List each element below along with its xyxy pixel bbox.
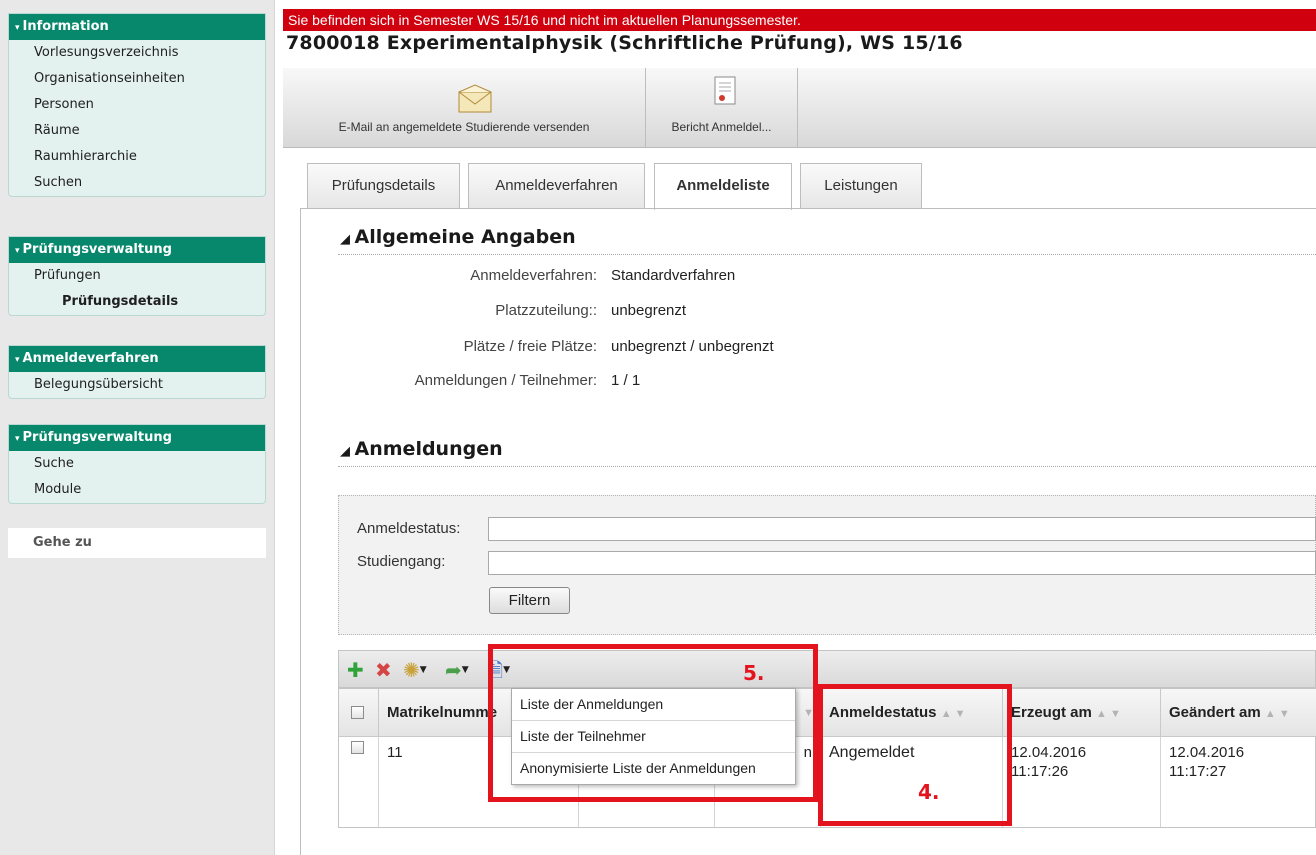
collapse-triangle-icon: ◢ <box>340 444 355 459</box>
nav-section-information: ▾ Information Vorlesungsverzeichnis Organ… <box>8 13 266 197</box>
filter-status-input[interactable] <box>488 517 1316 541</box>
grid-toolbar: ✚ ✖ ✺▼ ➦▼ 🗎▼ <box>338 650 1316 688</box>
sidebar-item-vorlesungsverzeichnis[interactable]: Vorlesungsverzeichnis <box>9 40 265 66</box>
collapse-icon: ▾ <box>15 23 20 33</box>
label-platzzuteilung: Platzzuteilung:: <box>495 302 597 319</box>
row-select-cell <box>339 737 379 827</box>
label-anmeldungen-teilnehmer: Anmeldungen / Teilnehmer: <box>414 372 597 389</box>
sidebar-item-module[interactable]: Module <box>9 477 265 503</box>
nav-head-pruefungsverwaltung-2[interactable]: ▾ Prüfungsverwaltung <box>9 425 265 451</box>
filter-program-label: Studiengang: <box>357 553 446 570</box>
value-anmeldeverfahren: Standardverfahren <box>611 267 736 284</box>
nav-head-label: Prüfungsverwaltung <box>22 430 172 445</box>
value-plaetze: unbegrenzt / unbegrenzt <box>611 338 774 355</box>
sidebar-item-organisationseinheiten[interactable]: Organisationseinheiten <box>9 66 265 92</box>
page-title: 7800018 Experimentalphysik (Schriftliche… <box>286 32 963 54</box>
nav-head-label: Anmeldeverfahren <box>22 351 159 366</box>
sort-icon: ▲ ▼ <box>1096 708 1121 720</box>
nav-head-anmeldeverfahren[interactable]: ▾ Anmeldeverfahren <box>9 346 265 372</box>
column-header-erzeugt-am[interactable]: Erzeugt am ▲ ▼ <box>1003 689 1161 737</box>
annotation-box-4 <box>818 684 1012 826</box>
nav-section-pruefungsverwaltung-2: ▾ Prüfungsverwaltung Suche Module <box>8 424 266 504</box>
goto-label[interactable]: Gehe zu <box>8 528 266 558</box>
section-general[interactable]: ◢ Allgemeine Angaben <box>340 226 576 248</box>
filter-program-input[interactable] <box>488 551 1316 575</box>
section-registrations[interactable]: ◢ Anmeldungen <box>340 438 503 460</box>
created-time: 11:17:26 <box>1011 763 1069 780</box>
divider <box>338 254 1316 255</box>
changed-date: 12.04.2016 <box>1169 744 1245 761</box>
sidebar-item-suchen[interactable]: Suchen <box>9 170 265 196</box>
tab-anmeldeliste[interactable]: Anmeldeliste <box>654 163 792 210</box>
section-general-title: Allgemeine Angaben <box>354 226 576 248</box>
tab-leistungen[interactable]: Leistungen <box>800 163 922 209</box>
collapse-icon: ▾ <box>15 246 20 256</box>
value-anmeldungen-teilnehmer: 1 / 1 <box>611 372 641 389</box>
collapse-icon: ▾ <box>15 434 20 444</box>
chevron-down-icon: ▼ <box>461 665 469 675</box>
sidebar-item-belegungsuebersicht[interactable]: Belegungsübersicht <box>9 372 265 398</box>
report-label: Bericht Anmeldel... <box>671 120 772 134</box>
annotation-label-4: 4. <box>918 780 940 804</box>
annotation-label-5: 5. <box>743 661 765 685</box>
annotation-box-5 <box>488 644 818 802</box>
nav-head-label: Prüfungsverwaltung <box>22 242 172 257</box>
sidebar: ▾ Information Vorlesungsverzeichnis Organ… <box>0 0 275 855</box>
value-platzzuteilung: unbegrenzt <box>611 302 687 319</box>
status-change-icon[interactable]: ✺▼ <box>403 659 427 681</box>
sidebar-item-pruefungen[interactable]: Prüfungen <box>9 263 265 289</box>
column-header-label: Matrikelnumme <box>387 704 498 721</box>
action-toolbar: E-Mail an angemeldete Studierende versen… <box>283 68 1316 148</box>
section-registrations-title: Anmeldungen <box>354 438 503 460</box>
envelope-icon <box>458 84 492 113</box>
forward-icon[interactable]: ➦▼ <box>445 659 469 681</box>
tab-anmeldeverfahren[interactable]: Anmeldeverfahren <box>468 163 645 209</box>
sidebar-item-pruefungsdetails[interactable]: Prüfungsdetails <box>9 289 265 315</box>
row-checkbox[interactable] <box>351 741 364 754</box>
created-date: 12.04.2016 <box>1011 744 1087 761</box>
label-anmeldeverfahren: Anmeldeverfahren: <box>470 267 597 284</box>
nav-head-information[interactable]: ▾ Information <box>9 14 265 40</box>
collapse-triangle-icon: ◢ <box>340 232 355 247</box>
report-icon <box>714 76 736 105</box>
cell-erzeugt-am: 12.04.2016 11:17:26 <box>1003 737 1161 827</box>
column-header-label: Geändert am <box>1169 704 1261 721</box>
sidebar-item-personen[interactable]: Personen <box>9 92 265 118</box>
report-button[interactable]: Bericht Anmeldel... <box>646 68 798 148</box>
delete-icon[interactable]: ✖ <box>375 659 392 681</box>
add-icon[interactable]: ✚ <box>347 659 364 681</box>
email-students-label: E-Mail an angemeldete Studierende versen… <box>338 120 590 134</box>
changed-time: 11:17:27 <box>1169 763 1227 780</box>
cell-geaendert-am: 12.04.2016 11:17:27 <box>1161 737 1316 827</box>
nav-head-pruefungsverwaltung[interactable]: ▾ Prüfungsverwaltung <box>9 237 265 263</box>
tab-pruefungsdetails[interactable]: Prüfungsdetails <box>307 163 460 209</box>
sidebar-item-raumhierarchie[interactable]: Raumhierarchie <box>9 144 265 170</box>
semester-banner: Sie befinden sich in Semester WS 15/16 u… <box>283 9 1316 31</box>
sidebar-item-suche[interactable]: Suche <box>9 451 265 477</box>
email-students-button[interactable]: E-Mail an angemeldete Studierende versen… <box>283 68 646 148</box>
column-header-label: Erzeugt am <box>1011 704 1092 721</box>
filter-status-label: Anmeldestatus: <box>357 520 461 537</box>
nav-section-pruefungsverwaltung: ▾ Prüfungsverwaltung Prüfungen Prüfungsde… <box>8 236 266 316</box>
sidebar-item-raeume[interactable]: Räume <box>9 118 265 144</box>
divider <box>338 466 1316 467</box>
select-all-checkbox[interactable] <box>351 706 364 719</box>
sort-icon: ▲ ▼ <box>1264 708 1290 720</box>
chevron-down-icon: ▼ <box>419 665 427 675</box>
nav-head-label: Information <box>22 19 109 34</box>
column-header-geaendert-am[interactable]: Geändert am ▲ ▼ <box>1161 689 1316 737</box>
select-all-cell <box>339 689 379 737</box>
collapse-icon: ▾ <box>15 355 20 365</box>
nav-section-anmeldeverfahren: ▾ Anmeldeverfahren Belegungsübersicht <box>8 345 266 399</box>
label-plaetze: Plätze / freie Plätze: <box>463 338 597 355</box>
filter-button[interactable]: Filtern <box>489 587 570 614</box>
